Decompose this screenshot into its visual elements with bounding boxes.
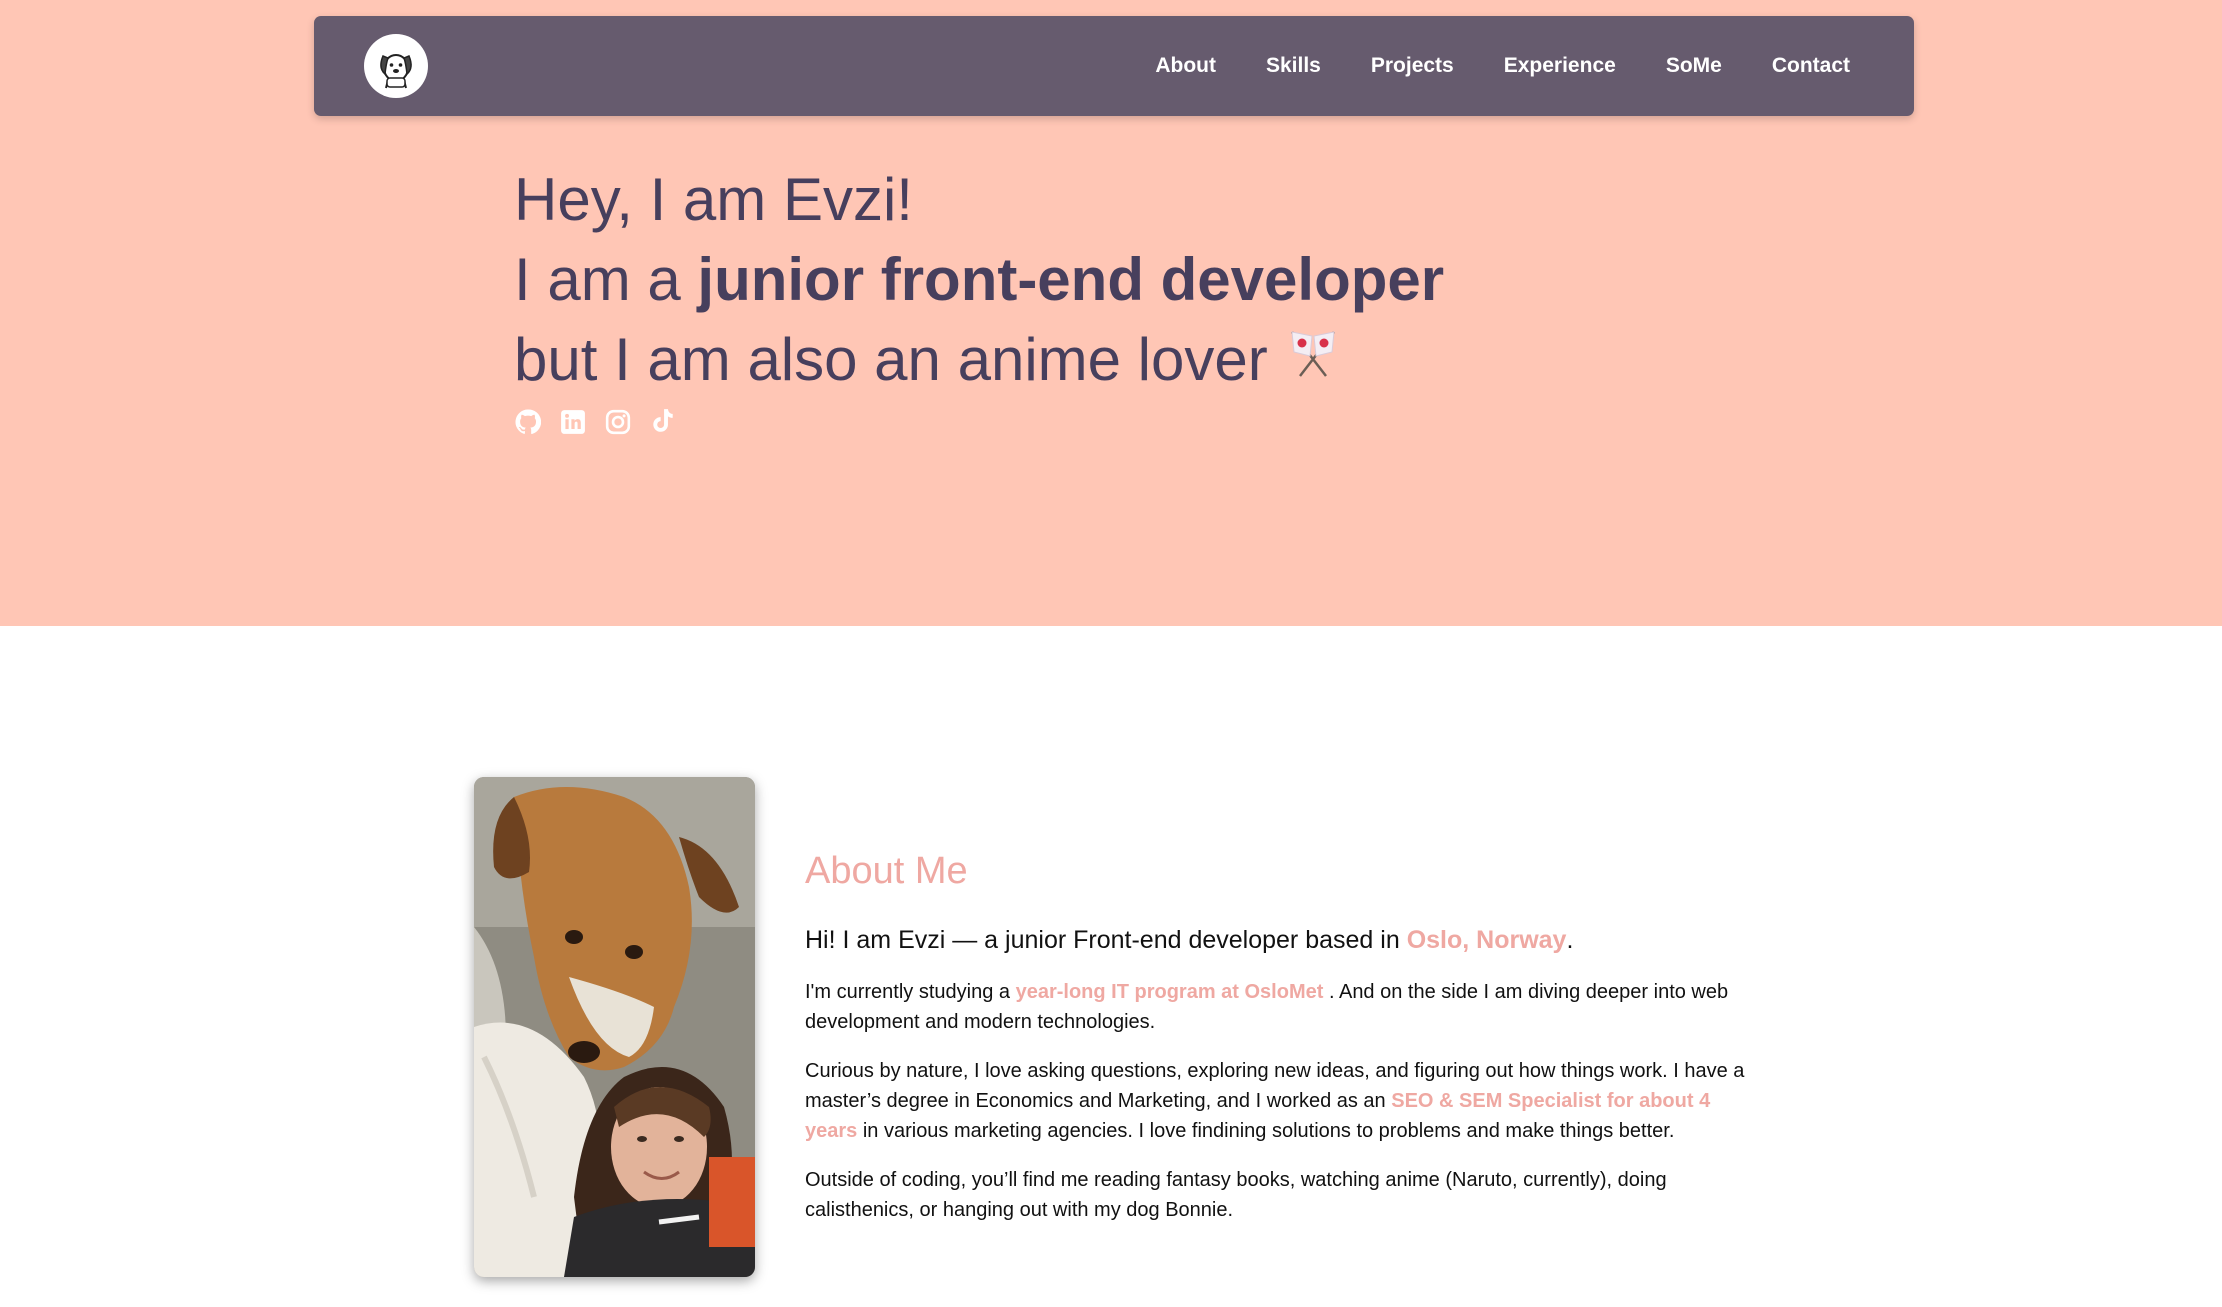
hero-role-prefix: I am a — [514, 246, 698, 313]
nav-links: About Skills Projects Experience SoMe Co… — [1105, 16, 1850, 116]
about-paragraph-1: I'm currently studying a year-long IT pr… — [805, 977, 1755, 1037]
about-paragraph-3: Outside of coding, you’ll find me readin… — [805, 1169, 1667, 1221]
about-title: About Me — [805, 850, 968, 892]
crossed-japan-flags-icon — [1282, 318, 1344, 398]
hero-heading: Hey, I am Evzi! I am a junior front-end … — [514, 160, 1444, 404]
location-highlight: Oslo, Norway — [1406, 926, 1567, 954]
tiktok-icon[interactable] — [649, 408, 677, 436]
about-lead-text: Hi! I am Evzi — a junior Front-end devel… — [805, 926, 1407, 954]
dog-logo-icon[interactable] — [364, 34, 428, 98]
linkedin-icon[interactable] — [559, 408, 587, 436]
nav-link-projects[interactable]: Projects — [1371, 54, 1454, 78]
navbar: About Skills Projects Experience SoMe Co… — [314, 16, 1914, 116]
hero-hobby-text: but I am also an anime lover — [514, 326, 1268, 393]
hero-hobby: but I am also an anime lover — [514, 320, 1444, 404]
nav-link-experience[interactable]: Experience — [1504, 54, 1616, 78]
about-section: About Me Hi! I am Evzi — a junior Front-… — [805, 850, 1755, 1244]
profile-photo — [474, 777, 755, 1277]
github-icon[interactable] — [514, 408, 542, 436]
about-paragraph-2: Curious by nature, I love asking questio… — [805, 1056, 1755, 1146]
instagram-icon[interactable] — [604, 408, 632, 436]
about-lead: Hi! I am Evzi — a junior Front-end devel… — [805, 923, 1755, 957]
hero-role-title: junior front-end developer — [697, 246, 1445, 313]
nav-link-contact[interactable]: Contact — [1772, 54, 1850, 78]
nav-link-about[interactable]: About — [1155, 54, 1216, 78]
hero-role: I am a junior front-end developer — [514, 240, 1444, 320]
about-lead-end: . — [1566, 926, 1574, 954]
nav-link-some[interactable]: SoMe — [1666, 54, 1722, 78]
hero-section: About Skills Projects Experience SoMe Co… — [0, 0, 2222, 626]
social-links — [514, 408, 694, 436]
hero-greeting: Hey, I am Evzi! — [514, 166, 913, 233]
oslomet-program-link[interactable]: year-long IT program at OsloMet — [1016, 981, 1324, 1003]
about-p1-text: I'm currently studying a — [805, 981, 1016, 1003]
about-p2-end: in various marketing agencies. I love fi… — [857, 1120, 1675, 1142]
nav-link-skills[interactable]: Skills — [1266, 54, 1321, 78]
